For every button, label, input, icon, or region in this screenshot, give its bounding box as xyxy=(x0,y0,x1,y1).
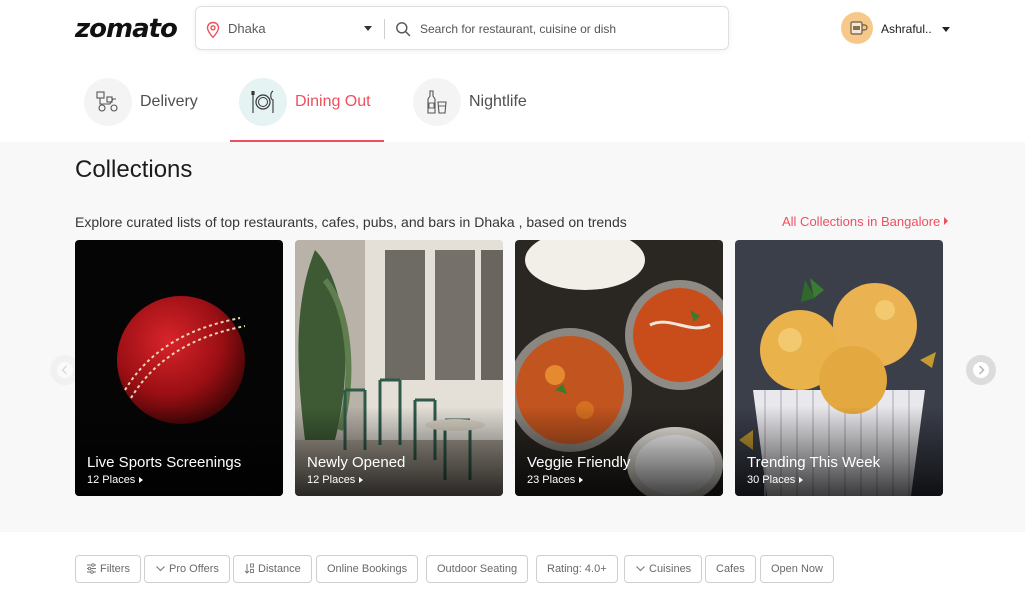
card-places-label: 30 Places xyxy=(747,474,796,486)
all-collections-label: All Collections in Bangalore xyxy=(782,214,941,229)
username[interactable]: Ashraful.. xyxy=(881,22,932,36)
card-places: 12 Places xyxy=(307,474,364,486)
filter-icon xyxy=(87,563,96,574)
zomato-logo[interactable]: zomato xyxy=(75,14,178,44)
user-dropdown-caret-icon[interactable] xyxy=(942,27,950,32)
collection-card-newly-opened[interactable]: Newly Opened 12 Places xyxy=(295,240,503,496)
nightlife-icon xyxy=(413,78,461,126)
filter-chip-filters[interactable]: Filters xyxy=(75,555,141,583)
caret-right-icon xyxy=(944,217,949,225)
chevron-down-icon xyxy=(636,566,645,572)
card-places: 23 Places xyxy=(527,474,584,486)
filter-chip-label: Cafes xyxy=(716,563,745,575)
filter-chip-pro-offers[interactable]: Pro Offers xyxy=(144,555,230,583)
delivery-icon xyxy=(84,78,132,126)
filter-chip-label: Filters xyxy=(100,563,130,575)
chevron-right-icon xyxy=(973,362,989,378)
card-places-label: 12 Places xyxy=(87,474,136,486)
collection-card-trending[interactable]: Trending This Week 30 Places xyxy=(735,240,943,496)
location-pin-icon xyxy=(206,21,220,39)
carousel-next-button[interactable] xyxy=(966,355,996,385)
location-dropdown-caret-icon[interactable] xyxy=(364,26,372,31)
chevron-left-icon xyxy=(57,362,73,378)
card-title: Newly Opened xyxy=(307,454,406,471)
filter-chip-label: Rating: 4.0+ xyxy=(547,563,607,575)
tab-nightlife[interactable]: Nightlife xyxy=(413,70,543,142)
card-places-label: 23 Places xyxy=(527,474,576,486)
search-icon xyxy=(396,22,411,37)
filter-chip-outdoor-seating[interactable]: Outdoor Seating xyxy=(426,555,529,583)
search-divider xyxy=(384,19,385,39)
card-places: 30 Places xyxy=(747,474,804,486)
caret-right-icon xyxy=(799,477,804,483)
tab-dining-out[interactable]: Dining Out xyxy=(239,70,384,142)
tab-bar: Delivery Dining Out Nightlife xyxy=(0,70,1025,142)
collection-card-live-sports[interactable]: Live Sports Screenings 12 Places xyxy=(75,240,283,496)
dining-out-icon xyxy=(239,78,287,126)
filter-chip-open-now[interactable]: Open Now xyxy=(760,555,834,583)
card-title: Trending This Week xyxy=(747,454,881,471)
search-input[interactable] xyxy=(420,18,720,40)
card-title: Live Sports Screenings xyxy=(87,454,242,471)
filter-chip-distance[interactable]: Distance xyxy=(233,555,312,583)
tab-dining-out-label: Dining Out xyxy=(295,93,371,110)
caret-right-icon xyxy=(359,477,364,483)
tab-delivery[interactable]: Delivery xyxy=(84,70,214,142)
avatar[interactable] xyxy=(841,12,873,44)
all-collections-link[interactable]: All Collections in Bangalore xyxy=(782,214,949,229)
collections-subtitle: Explore curated lists of top restaurants… xyxy=(75,214,627,230)
filter-chip-label: Open Now xyxy=(771,563,823,575)
coffee-mug-icon xyxy=(850,21,868,35)
filter-chip-label: Outdoor Seating xyxy=(437,563,518,575)
card-title: Veggie Friendly xyxy=(527,454,631,471)
search-bar: Dhaka xyxy=(195,6,729,50)
header: zomato Dhaka Ashraful.. xyxy=(0,0,1025,60)
collections-section: Collections Explore curated lists of top… xyxy=(0,142,1025,532)
filter-chip-label: Online Bookings xyxy=(327,563,408,575)
chevron-down-icon xyxy=(156,566,165,572)
collection-card-veggie-friendly[interactable]: Veggie Friendly 23 Places xyxy=(515,240,723,496)
filter-chip-cafes[interactable]: Cafes xyxy=(705,555,756,583)
collections-title: Collections xyxy=(75,156,193,183)
filter-chip-online-bookings[interactable]: Online Bookings xyxy=(316,555,419,583)
filter-chip-rating[interactable]: Rating: 4.0+ xyxy=(536,555,618,583)
filter-chip-label: Cuisines xyxy=(649,563,692,575)
location-value[interactable]: Dhaka xyxy=(228,21,266,36)
card-places: 12 Places xyxy=(87,474,144,486)
filter-chip-label: Distance xyxy=(258,563,301,575)
tab-delivery-label: Delivery xyxy=(140,93,198,110)
card-places-label: 12 Places xyxy=(307,474,356,486)
caret-right-icon xyxy=(579,477,584,483)
filter-chip-cuisines[interactable]: Cuisines xyxy=(624,555,703,583)
sort-icon xyxy=(244,563,254,574)
tab-nightlife-label: Nightlife xyxy=(469,93,527,110)
caret-right-icon xyxy=(139,477,144,483)
filter-chip-label: Pro Offers xyxy=(169,563,219,575)
